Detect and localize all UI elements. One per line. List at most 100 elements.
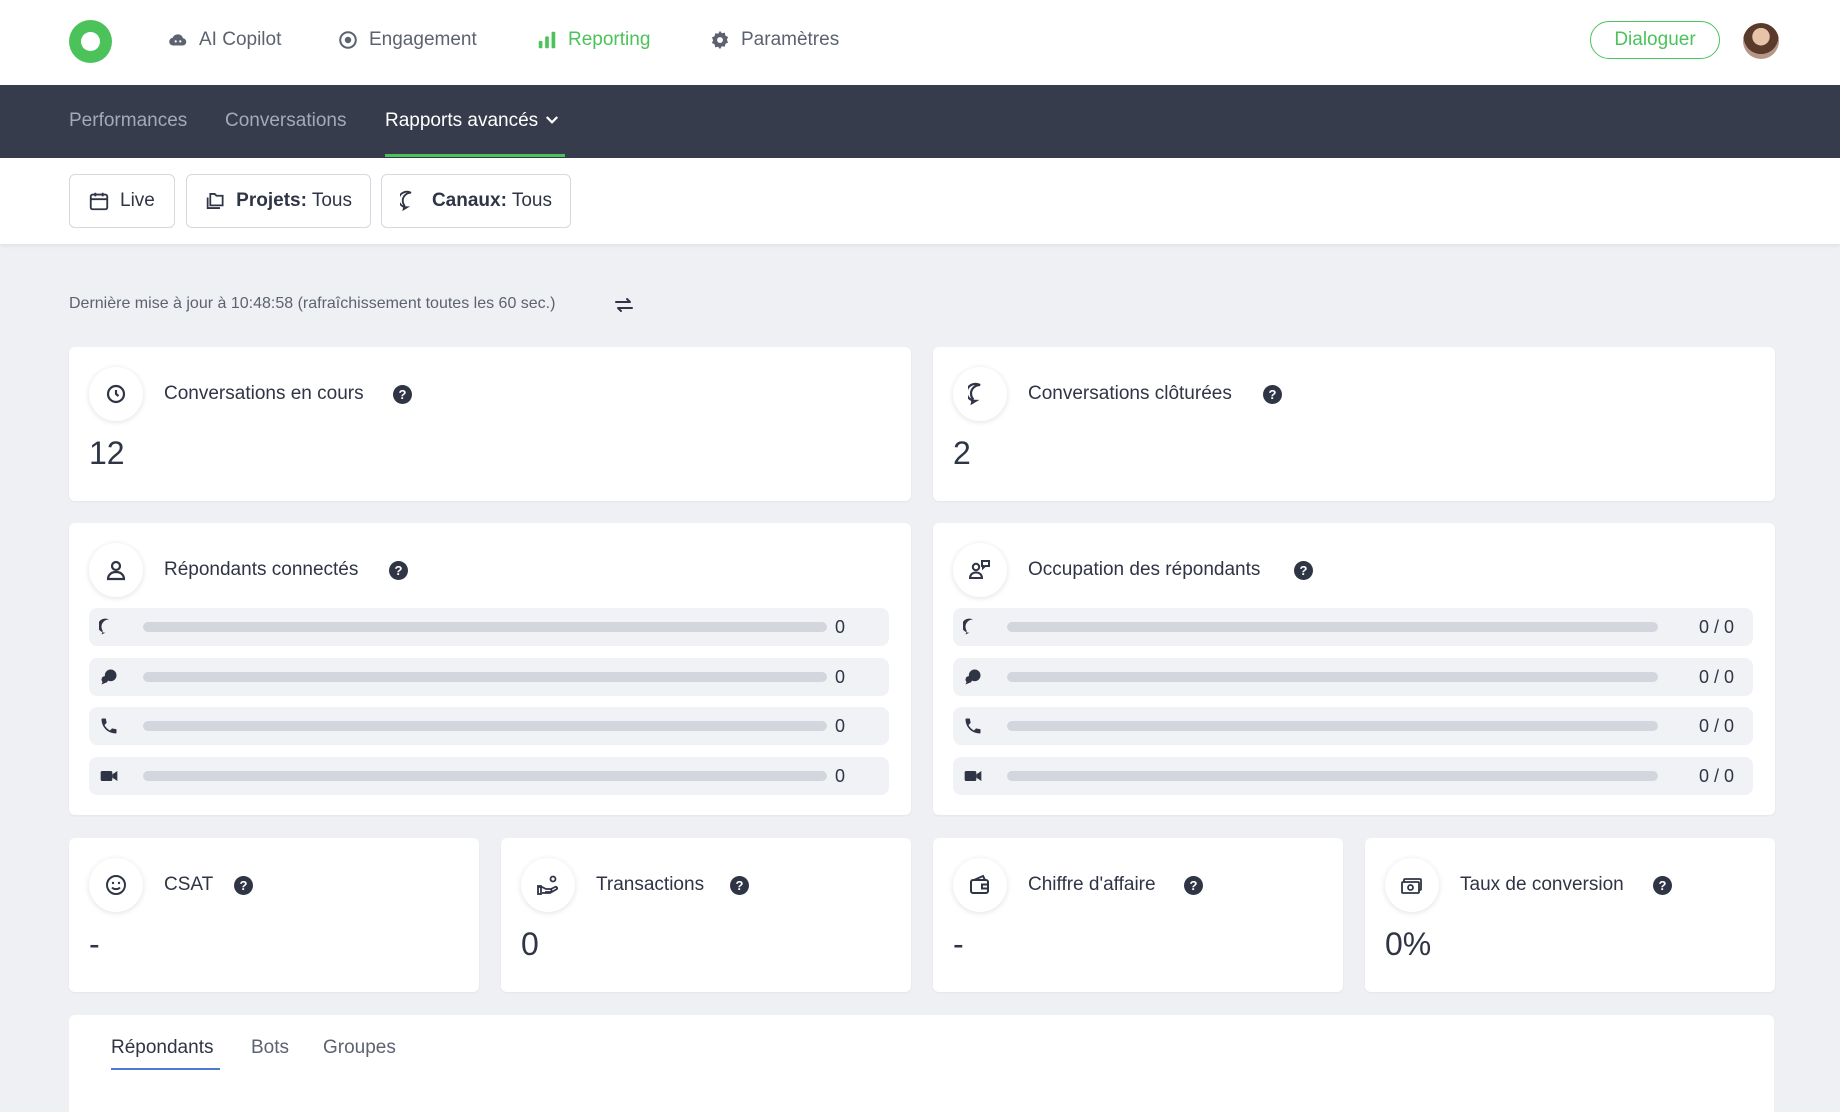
chat-group-icon bbox=[101, 669, 117, 685]
card-respondent-occupancy: Occupation des répondants ? 0 / 0 0 / 0 … bbox=[933, 523, 1775, 815]
video-icon bbox=[964, 771, 982, 781]
live-filter-label: Live bbox=[120, 190, 155, 211]
user-chat-icon bbox=[968, 560, 990, 579]
refresh-icon[interactable] bbox=[612, 293, 636, 317]
smiley-icon bbox=[106, 875, 126, 895]
chat-group-icon bbox=[965, 669, 981, 685]
card-csat-title: CSAT bbox=[164, 874, 214, 895]
subnav-rapports-avances-label: Rapports avancés bbox=[385, 110, 539, 131]
user-icon bbox=[106, 560, 126, 581]
chat-icon bbox=[963, 618, 973, 635]
avatar[interactable] bbox=[1743, 23, 1779, 59]
phone-icon bbox=[101, 718, 117, 734]
channels-filter-button[interactable]: Canaux: Tous bbox=[381, 174, 571, 228]
chat-bubble-icon bbox=[400, 190, 412, 212]
nav-parametres[interactable]: Paramètres bbox=[709, 25, 839, 55]
card-connected-respondents: Répondants connectés ? 0 0 0 0 bbox=[69, 523, 911, 815]
nav-parametres-label: Paramètres bbox=[741, 29, 840, 50]
clock-icon bbox=[106, 384, 126, 404]
nav-engagement[interactable]: Engagement bbox=[337, 25, 477, 55]
card-connected-icon-wrap bbox=[89, 543, 143, 597]
help-icon[interactable]: ? bbox=[730, 876, 749, 895]
nav-ai-copilot[interactable]: AI Copilot bbox=[167, 25, 281, 55]
connected-chat-value: 0 bbox=[835, 617, 846, 637]
bar-chart-icon bbox=[538, 31, 556, 49]
connected-row-video: 0 bbox=[89, 757, 889, 795]
nav-reporting[interactable]: Reporting bbox=[536, 25, 650, 55]
projects-filter-value: Tous bbox=[311, 190, 352, 211]
logo[interactable] bbox=[69, 20, 112, 63]
card-occupancy-title: Occupation des répondants bbox=[1028, 559, 1261, 580]
occupancy-chat-group-value: 0 / 0 bbox=[1699, 667, 1735, 687]
folders-icon bbox=[206, 193, 224, 209]
occupancy-video-value: 0 / 0 bbox=[1699, 766, 1735, 786]
projects-filter-button[interactable]: Projets: Tous bbox=[186, 174, 371, 228]
phone-icon bbox=[965, 718, 981, 734]
card-ongoing-icon-wrap bbox=[89, 367, 143, 421]
help-icon[interactable]: ? bbox=[1653, 876, 1672, 895]
card-closed-value: 2 bbox=[953, 435, 971, 471]
connected-bar bbox=[143, 771, 827, 781]
calendar-icon bbox=[89, 192, 109, 211]
wallet-icon bbox=[970, 874, 989, 894]
target-icon bbox=[339, 31, 357, 49]
card-ongoing-value: 12 bbox=[89, 435, 125, 471]
active-subnav-indicator bbox=[385, 154, 565, 157]
help-icon[interactable]: ? bbox=[389, 561, 408, 580]
subnav-conversations[interactable]: Conversations bbox=[225, 110, 346, 132]
card-transactions: Transactions ? 0 bbox=[501, 838, 911, 992]
occupancy-row-phone: 0 / 0 bbox=[953, 707, 1753, 745]
chat-bubble-icon bbox=[968, 382, 981, 406]
help-icon[interactable]: ? bbox=[234, 876, 253, 895]
respondents-tabs-panel: Répondants Bots Groupes bbox=[69, 1015, 1774, 1112]
card-transactions-value: 0 bbox=[521, 926, 539, 962]
nav-reporting-label: Reporting bbox=[568, 29, 651, 50]
card-ongoing-conversations: Conversations en cours ? 12 bbox=[69, 347, 911, 501]
help-icon[interactable]: ? bbox=[1263, 385, 1282, 404]
nav-engagement-label: Engagement bbox=[369, 29, 477, 50]
connected-video-value: 0 bbox=[835, 766, 846, 786]
chat-icon bbox=[99, 618, 109, 635]
card-conversion-value: 0% bbox=[1385, 926, 1432, 962]
tab-bots[interactable]: Bots bbox=[251, 1037, 289, 1059]
card-conversion-icon-wrap bbox=[1385, 858, 1439, 912]
tab-groupes[interactable]: Groupes bbox=[323, 1037, 396, 1059]
card-conversion-rate: Taux de conversion ? 0% bbox=[1365, 838, 1775, 992]
last-update-text: Dernière mise à jour à 10:48:58 (rafraîc… bbox=[69, 295, 556, 312]
help-icon[interactable]: ? bbox=[393, 385, 412, 404]
occupancy-row-chat: 0 / 0 bbox=[953, 608, 1753, 646]
connected-chat-group-value: 0 bbox=[835, 667, 846, 687]
cloud-icon bbox=[169, 34, 187, 46]
card-csat-value: - bbox=[89, 926, 100, 962]
active-tab-indicator bbox=[111, 1068, 220, 1070]
card-csat: CSAT ? - bbox=[69, 838, 479, 992]
subnav-performances[interactable]: Performances bbox=[69, 110, 187, 132]
tab-repondants[interactable]: Répondants bbox=[111, 1037, 213, 1059]
connected-row-phone: 0 bbox=[89, 707, 889, 745]
card-revenue-value: - bbox=[953, 926, 964, 962]
connected-row-chat: 0 bbox=[89, 608, 889, 646]
card-connected-title: Répondants connectés bbox=[164, 559, 359, 580]
card-revenue-icon-wrap bbox=[953, 858, 1007, 912]
channels-filter-value: Tous bbox=[511, 190, 552, 211]
money-icon bbox=[1401, 878, 1422, 894]
occupancy-bar bbox=[1007, 771, 1658, 781]
occupancy-chat-value: 0 / 0 bbox=[1699, 617, 1735, 637]
card-occupancy-icon-wrap bbox=[953, 543, 1007, 597]
connected-bar bbox=[143, 622, 827, 632]
card-csat-icon-wrap bbox=[89, 858, 143, 912]
occupancy-bar bbox=[1007, 672, 1658, 682]
connected-bar bbox=[143, 721, 827, 731]
connected-phone-value: 0 bbox=[835, 716, 846, 736]
nav-ai-copilot-label: AI Copilot bbox=[199, 29, 282, 50]
occupancy-bar bbox=[1007, 721, 1658, 731]
help-icon[interactable]: ? bbox=[1184, 876, 1203, 895]
dialoguer-button[interactable]: Dialoguer bbox=[1590, 21, 1720, 59]
occupancy-row-chat-group: 0 / 0 bbox=[953, 658, 1753, 696]
subnav-rapports-avances[interactable]: Rapports avancés bbox=[385, 110, 561, 132]
help-icon[interactable]: ? bbox=[1294, 561, 1313, 580]
card-closed-icon-wrap bbox=[953, 367, 1007, 421]
live-filter-button[interactable]: Live bbox=[69, 174, 175, 228]
card-ongoing-title: Conversations en cours bbox=[164, 383, 364, 404]
occupancy-phone-value: 0 / 0 bbox=[1699, 716, 1735, 736]
